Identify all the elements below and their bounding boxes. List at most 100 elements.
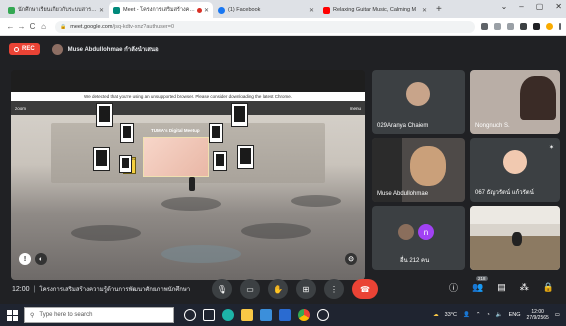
recording-indicator-icon <box>196 7 202 13</box>
new-tab-button[interactable]: + <box>436 2 442 18</box>
wall-photo <box>209 123 223 143</box>
presentation-tile[interactable]: We detected that you're using an unsuppo… <box>11 70 365 280</box>
search-icon: ⚲ <box>30 312 35 319</box>
close-tab-icon[interactable]: ✕ <box>99 7 104 14</box>
volume-icon[interactable]: 🔈 <box>496 312 503 318</box>
window-controls: ⌄ – ▢ ✕ <box>501 2 562 11</box>
back-icon[interactable]: ← <box>5 22 16 31</box>
participant-tile[interactable]: ✶ 067 ธัญวรัตน์ แก้วรัตน์ <box>470 138 560 202</box>
address-bar: ← → C ⌂ 🔒 meet.google.com/jsq-kdtv-xnz?a… <box>0 18 566 36</box>
participant-letter-avatar: n <box>418 224 434 240</box>
menu-kebab-icon[interactable] <box>559 23 561 30</box>
others-tile[interactable]: n อื่น 212 คน <box>372 206 465 270</box>
hang-up-icon: ☎ <box>360 284 370 294</box>
tab-title: Meet - โครงการเสริมสร้างความรู้... <box>123 7 195 13</box>
taskbar-search[interactable]: ⚲ Type here to search <box>24 307 174 323</box>
mic-button[interactable]: ◐ <box>35 253 47 265</box>
file-explorer-icon[interactable] <box>241 309 253 321</box>
weather-temp[interactable]: 33°C <box>445 312 457 318</box>
chat-icon[interactable]: ▤ <box>497 282 506 293</box>
app-icon[interactable] <box>317 309 329 321</box>
participant-name: 029Aranya Chaiem <box>377 123 429 129</box>
group-photo-banner <box>143 137 209 177</box>
floor-pad <box>71 225 141 241</box>
forward-icon[interactable]: → <box>16 22 27 31</box>
tab-title: Relaxing Guitar Music, Calming M <box>333 7 417 13</box>
close-window-button[interactable]: ✕ <box>555 2 562 11</box>
meeting-name: โครงการเสริมสร้างความรู้ด้านการพัฒนาศักย… <box>39 287 191 293</box>
windows-taskbar: ⚲ Type here to search ☁ 33°C 👤 ⌃ ◔ 🔈 ENG… <box>0 304 566 326</box>
puzzle-icon[interactable] <box>533 23 540 30</box>
scene-header: zoom menu <box>11 101 365 115</box>
people-tray-icon[interactable]: 👤 <box>463 312 470 318</box>
scene-settings-button[interactable]: ⊙ <box>345 253 357 265</box>
url-path: /jsq-kdtv-xnz?authuser=0 <box>112 23 175 30</box>
more-vert-icon: ⋮ <box>330 284 338 294</box>
meet-favicon-icon <box>113 6 120 14</box>
info-button[interactable]: ! <box>19 253 31 265</box>
browser-tab-4[interactable]: Relaxing Guitar Music, Calming M ✕ <box>319 2 431 18</box>
share-icon[interactable] <box>494 23 501 30</box>
chevron-up-icon[interactable]: ⌃ <box>476 312 481 318</box>
participant-tile[interactable]: 029Aranya Chaiem <box>372 70 465 134</box>
home-icon[interactable]: ⌂ <box>38 22 49 31</box>
separator: | <box>33 285 36 293</box>
task-view-icon[interactable] <box>203 309 215 321</box>
windows-logo-icon <box>6 309 18 321</box>
participant-tile[interactable]: Muse Abdullohmae <box>372 138 465 202</box>
store-icon[interactable] <box>260 309 272 321</box>
host-controls-icon[interactable]: 🔒 <box>543 282 554 293</box>
floor-pad <box>161 245 241 263</box>
people-icon: 👥 <box>472 282 484 292</box>
recording-badge[interactable]: REC <box>9 43 40 55</box>
browser-tab-2[interactable]: Meet - โครงการเสริมสร้างความรู้... ✕ <box>109 2 213 18</box>
chrome-icon[interactable] <box>298 309 310 321</box>
meet-area: REC Muse Abdullohmae กำลังนำเสนอ We dete… <box>0 36 566 304</box>
activities-icon[interactable]: ⁂ <box>520 282 529 293</box>
mail-icon[interactable] <box>279 309 291 321</box>
menu-label[interactable]: menu <box>350 106 361 111</box>
leave-call-button[interactable]: ☎ <box>352 279 378 299</box>
present-button[interactable]: ⊞ <box>296 279 316 299</box>
notifications-icon[interactable]: ▭ <box>555 312 560 318</box>
url-field[interactable]: 🔒 meet.google.com/jsq-kdtv-xnz?authuser=… <box>55 20 475 33</box>
start-button[interactable] <box>0 304 24 326</box>
participant-tile[interactable] <box>470 206 560 270</box>
cortana-icon[interactable] <box>184 309 196 321</box>
people-button[interactable]: 👥 218 <box>472 276 488 293</box>
info-icon[interactable]: ⓘ <box>449 281 458 294</box>
raise-hand-button[interactable]: ✋ <box>268 279 288 299</box>
clock[interactable]: 12:00 27/9/2565 <box>527 309 549 322</box>
participant-name: Nongnuch S. <box>475 123 510 129</box>
wall-photo <box>231 103 248 127</box>
weather-icon[interactable]: ☁ <box>433 312 439 318</box>
browser-tab-3[interactable]: (1) Facebook ✕ <box>214 2 318 18</box>
extensions-area <box>481 23 561 30</box>
notice-text: We detected that you're using an unsuppo… <box>84 94 292 99</box>
participant-tile[interactable]: Nongnuch S. <box>470 70 560 134</box>
language-indicator[interactable]: ENG <box>509 312 521 318</box>
camera-blocked-icon[interactable] <box>481 23 488 30</box>
tab-search-icon[interactable]: ⌄ <box>501 2 508 11</box>
participant-video <box>520 76 556 120</box>
maximize-button[interactable]: ▢ <box>536 2 544 11</box>
close-tab-icon[interactable]: ✕ <box>309 7 314 14</box>
reload-icon[interactable]: C <box>27 22 38 31</box>
system-tray: ☁ 33°C 👤 ⌃ ◔ 🔈 ENG 12:00 27/9/2565 ▭ <box>433 304 560 326</box>
floor-pad <box>241 223 311 239</box>
close-tab-icon[interactable]: ✕ <box>204 7 209 14</box>
profile-avatar[interactable] <box>546 23 553 30</box>
close-tab-icon[interactable]: ✕ <box>422 7 427 14</box>
zoom-label[interactable]: zoom <box>15 106 26 111</box>
classroom-person <box>512 232 522 246</box>
edge-icon[interactable] <box>222 309 234 321</box>
star-icon[interactable] <box>507 23 514 30</box>
microphone-button[interactable]: 🎙 <box>212 279 232 299</box>
network-icon[interactable]: ◔ <box>486 312 489 318</box>
more-options-button[interactable]: ⋮ <box>324 279 344 299</box>
minimize-button[interactable]: – <box>519 2 523 11</box>
camera-button[interactable]: ▭ <box>240 279 260 299</box>
extension-icon[interactable] <box>520 23 527 30</box>
browser-tab-1[interactable]: นักศึกษาเรียนเกี่ยวกับระบบสารสนเทศ ✕ <box>4 2 108 18</box>
floor-pad <box>291 195 341 207</box>
